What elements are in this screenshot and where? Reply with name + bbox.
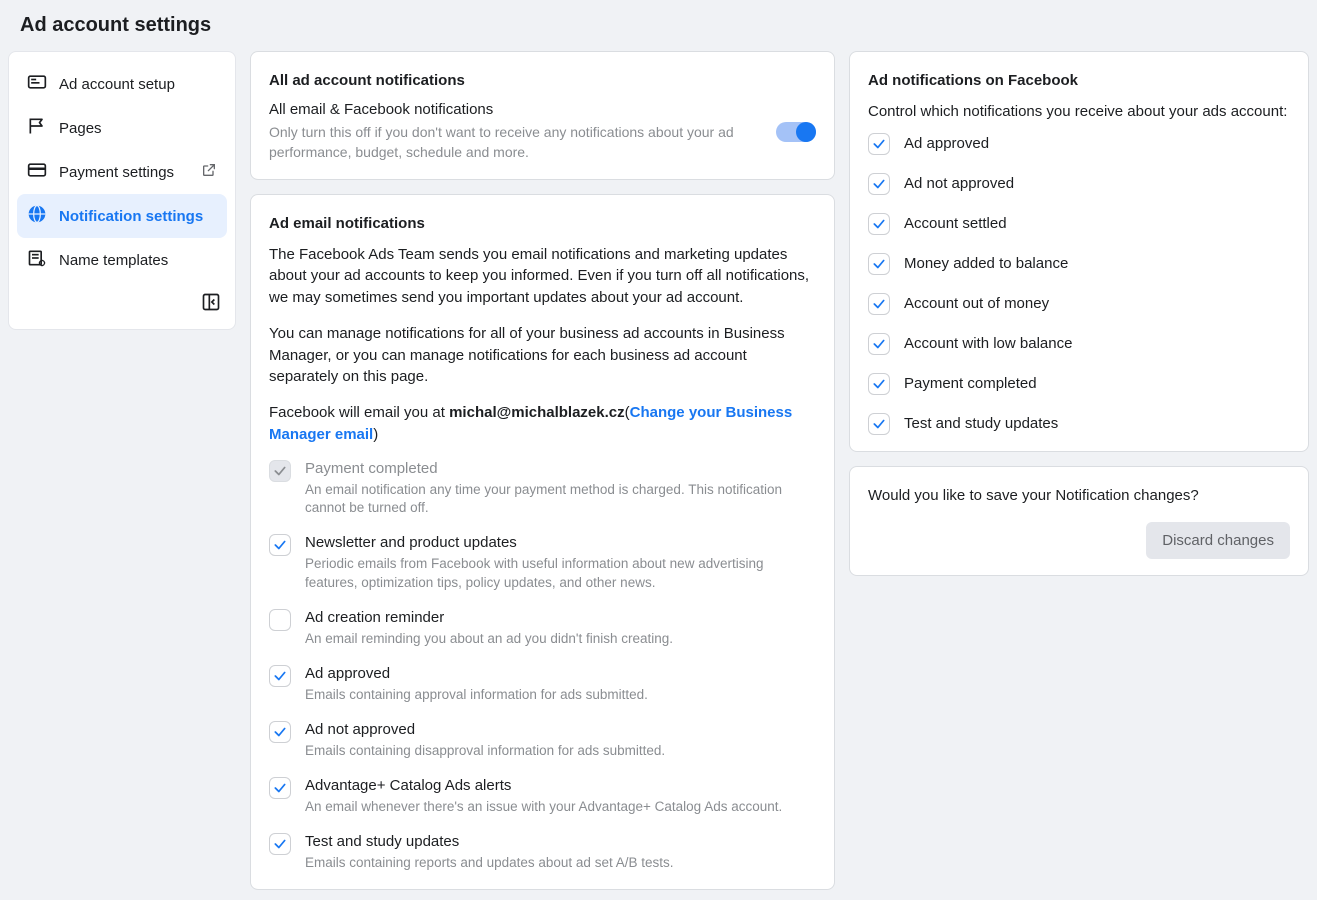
email-intro-1: The Facebook Ads Team sends you email no… xyxy=(269,244,816,309)
checkbox-label: Test and study updates xyxy=(305,833,673,850)
checkbox-description: An email whenever there's an issue with … xyxy=(305,798,782,817)
all-notifications-description: Only turn this off if you don't want to … xyxy=(269,122,756,163)
fb-check-out-of-money: Account out of money xyxy=(868,293,1290,315)
fb-notifications-card: Ad notifications on Facebook Control whi… xyxy=(849,51,1309,452)
all-notifications-heading: All email & Facebook notifications xyxy=(269,101,756,118)
checkbox-label: Advantage+ Catalog Ads alerts xyxy=(305,777,782,794)
fb-check-money-added: Money added to balance xyxy=(868,253,1290,275)
card-title: Ad notifications on Facebook xyxy=(868,72,1290,89)
email-check-ad-creation-reminder: Ad creation reminder An email reminding … xyxy=(269,609,816,649)
checkbox-icon[interactable] xyxy=(868,133,890,155)
setup-icon xyxy=(27,72,47,96)
template-icon xyxy=(27,248,47,272)
card-title: All ad account notifications xyxy=(269,72,816,89)
email-address: michal@michalblazek.cz xyxy=(449,404,625,421)
checkbox-label: Newsletter and product updates xyxy=(305,534,816,551)
sidebar-item-label: Notification settings xyxy=(59,208,217,225)
checkbox-label: Money added to balance xyxy=(904,255,1068,272)
fb-check-ad-approved: Ad approved xyxy=(868,133,1290,155)
checkbox-icon[interactable] xyxy=(868,333,890,355)
sidebar-item-ad-account-setup[interactable]: Ad account setup xyxy=(17,62,227,106)
sidebar-item-label: Name templates xyxy=(59,252,217,269)
fb-checkbox-list: Ad approved Ad not approved Account sett… xyxy=(868,133,1290,435)
fb-check-account-settled: Account settled xyxy=(868,213,1290,235)
checkbox-label: Account with low balance xyxy=(904,335,1072,352)
checkbox-icon[interactable] xyxy=(868,173,890,195)
email-intro-2: You can manage notifications for all of … xyxy=(269,323,816,388)
all-notifications-toggle[interactable] xyxy=(776,122,816,142)
email-check-payment-completed: Payment completed An email notification … xyxy=(269,460,816,519)
discard-changes-button[interactable]: Discard changes xyxy=(1146,522,1290,559)
email-check-ad-not-approved: Ad not approved Emails containing disapp… xyxy=(269,721,816,761)
checkbox-description: An email notification any time your paym… xyxy=(305,481,816,519)
checkbox-label: Account out of money xyxy=(904,295,1049,312)
card-title: Ad email notifications xyxy=(269,215,816,232)
checkbox-label: Ad not approved xyxy=(305,721,665,738)
checkbox-icon[interactable] xyxy=(868,373,890,395)
checkbox-description: Emails containing reports and updates ab… xyxy=(305,854,673,873)
card-icon xyxy=(27,160,47,184)
sidebar-item-pages[interactable]: Pages xyxy=(17,106,227,150)
fb-notifications-intro: Control which notifications you receive … xyxy=(868,101,1290,123)
sidebar-item-label: Pages xyxy=(59,120,217,137)
save-prompt: Would you like to save your Notification… xyxy=(868,487,1290,504)
checkbox-icon[interactable] xyxy=(269,534,291,556)
checkbox-description: Periodic emails from Facebook with usefu… xyxy=(305,555,816,593)
email-notifications-card: Ad email notifications The Facebook Ads … xyxy=(250,194,835,890)
external-link-icon xyxy=(201,162,217,182)
collapse-sidebar-icon[interactable] xyxy=(201,292,221,315)
checkbox-icon[interactable] xyxy=(269,665,291,687)
checkbox-description: Emails containing disapproval informatio… xyxy=(305,742,665,761)
all-notifications-card: All ad account notifications All email &… xyxy=(250,51,835,180)
email-address-line: Facebook will email you at michal@michal… xyxy=(269,402,816,446)
checkbox-description: An email reminding you about an ad you d… xyxy=(305,630,673,649)
checkbox-icon[interactable] xyxy=(269,609,291,631)
settings-sidebar: Ad account setup Pages Payment settings … xyxy=(8,51,236,330)
checkbox-icon[interactable] xyxy=(868,253,890,275)
email-checkbox-list: Payment completed An email notification … xyxy=(269,460,816,873)
checkbox-icon[interactable] xyxy=(868,213,890,235)
fb-check-test-study: Test and study updates xyxy=(868,413,1290,435)
fb-check-ad-not-approved: Ad not approved xyxy=(868,173,1290,195)
email-check-newsletter: Newsletter and product updates Periodic … xyxy=(269,534,816,593)
checkbox-icon[interactable] xyxy=(269,721,291,743)
email-check-test-study: Test and study updates Emails containing… xyxy=(269,833,816,873)
email-check-ad-approved: Ad approved Emails containing approval i… xyxy=(269,665,816,705)
checkbox-description: Emails containing approval information f… xyxy=(305,686,648,705)
checkbox-icon[interactable] xyxy=(868,413,890,435)
page-title: Ad account settings xyxy=(20,14,1309,37)
checkbox-label: Account settled xyxy=(904,215,1007,232)
checkbox-label: Payment completed xyxy=(904,375,1037,392)
globe-icon xyxy=(27,204,47,228)
fb-check-payment-completed: Payment completed xyxy=(868,373,1290,395)
fb-check-low-balance: Account with low balance xyxy=(868,333,1290,355)
checkbox-icon[interactable] xyxy=(269,833,291,855)
checkbox-label: Payment completed xyxy=(305,460,816,477)
checkbox-label: Ad approved xyxy=(305,665,648,682)
sidebar-item-label: Ad account setup xyxy=(59,76,217,93)
sidebar-item-name-templates[interactable]: Name templates xyxy=(17,238,227,282)
checkbox-label: Ad approved xyxy=(904,135,989,152)
save-changes-card: Would you like to save your Notification… xyxy=(849,466,1309,576)
checkbox-label: Ad not approved xyxy=(904,175,1014,192)
checkbox-icon xyxy=(269,460,291,482)
checkbox-label: Test and study updates xyxy=(904,415,1058,432)
checkbox-label: Ad creation reminder xyxy=(305,609,673,626)
email-check-advantage-catalog: Advantage+ Catalog Ads alerts An email w… xyxy=(269,777,816,817)
sidebar-item-notification-settings[interactable]: Notification settings xyxy=(17,194,227,238)
flag-icon xyxy=(27,116,47,140)
checkbox-icon[interactable] xyxy=(868,293,890,315)
checkbox-icon[interactable] xyxy=(269,777,291,799)
sidebar-item-payment-settings[interactable]: Payment settings xyxy=(17,150,227,194)
sidebar-item-label: Payment settings xyxy=(59,164,189,181)
